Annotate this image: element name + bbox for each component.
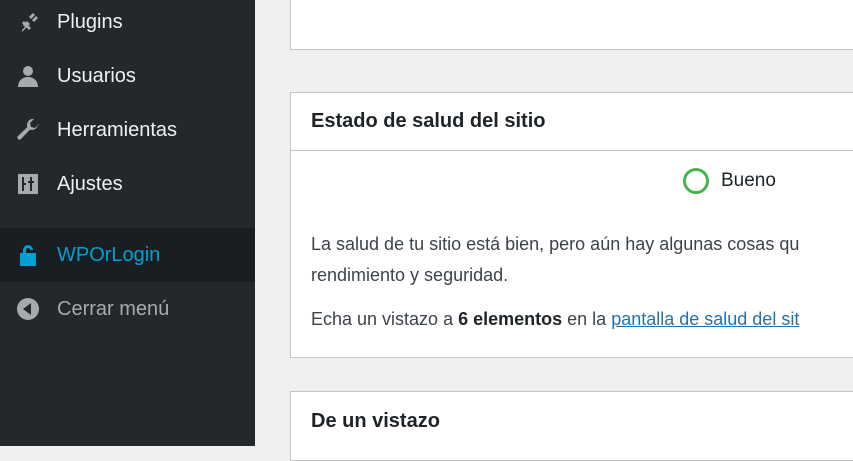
site-health-status: Bueno	[683, 168, 776, 194]
sidebar-item-label: WPOrLogin	[57, 243, 161, 266]
sidebar-item-label: Ajustes	[57, 172, 123, 195]
sidebar-item-label: Plugins	[57, 10, 123, 33]
at-a-glance-title: De un vistazo	[311, 409, 440, 432]
plug-icon	[15, 9, 41, 35]
sidebar-item-usuarios[interactable]: Usuarios	[0, 49, 255, 103]
site-health-widget: Estado de salud del sitio Bueno La salud…	[290, 92, 853, 358]
user-icon	[15, 63, 41, 89]
dashboard-widget-top	[290, 0, 853, 50]
wrench-icon	[15, 117, 41, 143]
site-health-description: La salud de tu sitio está bien, pero aún…	[311, 229, 853, 291]
items-mid: en la	[562, 309, 612, 329]
items-prefix: Echa un vistazo a	[311, 309, 459, 329]
status-ring-icon	[683, 168, 709, 194]
items-count: 6 elementos	[458, 309, 563, 329]
sidebar-item-wporlogin[interactable]: WPOrLogin	[0, 228, 255, 282]
lock-icon	[15, 242, 41, 268]
description-line-1: La salud de tu sitio está bien, pero aún…	[311, 234, 800, 254]
sidebar-item-label: Cerrar menú	[57, 297, 170, 320]
sidebar-item-plugins[interactable]: Plugins	[0, 0, 255, 49]
sidebar-item-herramientas[interactable]: Herramientas	[0, 103, 255, 157]
sidebar-item-label: Herramientas	[57, 118, 178, 141]
admin-sidebar: Plugins Usuarios Herramientas Ajustes WP…	[0, 0, 255, 446]
site-health-title: Estado de salud del sitio	[291, 93, 853, 151]
site-health-items-line: Echa un vistazo a 6 elementos en la pant…	[311, 309, 799, 330]
status-label: Bueno	[721, 170, 776, 191]
site-health-screen-link[interactable]: pantalla de salud del sit	[611, 309, 799, 329]
collapse-menu-button[interactable]: Cerrar menú	[0, 282, 255, 336]
description-line-2: rendimiento y seguridad.	[311, 265, 509, 285]
at-a-glance-widget: De un vistazo	[290, 391, 853, 461]
sidebar-item-label: Usuarios	[57, 64, 136, 87]
sidebar-item-ajustes[interactable]: Ajustes	[0, 157, 255, 211]
sliders-icon	[15, 171, 41, 197]
collapse-arrow-icon	[15, 296, 41, 322]
